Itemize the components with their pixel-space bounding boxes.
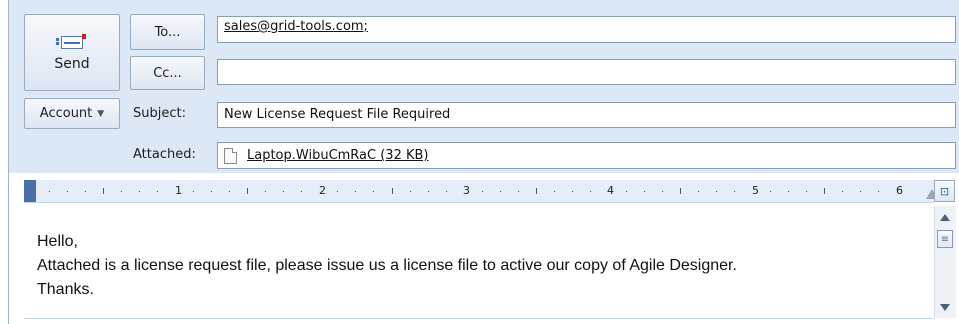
- chevron-down-icon: ▼: [97, 108, 105, 119]
- ruler-tick: [211, 191, 212, 192]
- ruler-tick: [355, 191, 356, 192]
- ruler-tick: [554, 191, 555, 192]
- ruler-tick: [410, 191, 411, 192]
- ruler-tick: [301, 191, 302, 192]
- ruler-tick: [644, 191, 645, 192]
- to-button[interactable]: To...: [130, 14, 205, 50]
- send-button-label: Send: [54, 55, 90, 72]
- subject-field[interactable]: New License Request File Required: [217, 102, 956, 128]
- account-button-label: Account: [39, 106, 93, 121]
- ruler-tick: [788, 191, 789, 192]
- editor-bottom-border: [24, 318, 934, 319]
- document-icon: [224, 147, 237, 164]
- ruler-tick: [572, 191, 573, 192]
- ruler-number: 3: [463, 184, 470, 197]
- ruler-number: 1: [175, 184, 182, 197]
- cc-field[interactable]: [217, 59, 956, 85]
- ruler-tick: [500, 191, 501, 192]
- ruler-tick: [428, 191, 429, 192]
- ruler-tick: [139, 191, 140, 192]
- subject-label: Subject:: [133, 106, 186, 121]
- ruler-tick: [121, 191, 122, 192]
- ruler-number: 4: [607, 184, 614, 197]
- ruler-tick: [49, 191, 50, 192]
- ruler[interactable]: 1 2 3 4 5 6: [24, 180, 938, 203]
- ruler-tick: [67, 191, 68, 192]
- ruler-tick: [373, 191, 374, 192]
- ruler-number: 6: [896, 184, 903, 197]
- ruler-tick: [247, 188, 248, 194]
- ruler-number: 5: [752, 184, 759, 197]
- message-body[interactable]: Hello, Attached is a license request fil…: [37, 230, 927, 302]
- ruler-tick: [229, 191, 230, 192]
- ruler-tick: [590, 191, 591, 192]
- ruler-tick: [860, 191, 861, 192]
- ruler-tick: [770, 191, 771, 192]
- ruler-tick: [734, 191, 735, 192]
- ruler-number: 2: [319, 184, 326, 197]
- ruler-marks: 1 2 3 4 5 6: [36, 180, 938, 202]
- ruler-tick: [85, 191, 86, 192]
- ruler-tick: [680, 188, 681, 194]
- ruler-tick: [716, 191, 717, 192]
- ruler-tick: [878, 191, 879, 192]
- to-recipient[interactable]: sales@grid-tools.com;: [224, 19, 368, 34]
- scroll-up-arrow-icon[interactable]: [940, 214, 950, 221]
- ruler-tick: [842, 191, 843, 192]
- ruler-tick: [482, 191, 483, 192]
- ruler-left-margin: [24, 180, 36, 202]
- ruler-tick: [283, 191, 284, 192]
- ruler-tick: [193, 191, 194, 192]
- scroll-thumb[interactable]: ≡: [937, 230, 953, 248]
- attachment-file[interactable]: Laptop.WibuCmRaC (32 KB): [247, 148, 429, 163]
- ruler-tick: [392, 188, 393, 194]
- ruler-tick: [103, 188, 104, 194]
- send-button[interactable]: Send: [24, 14, 120, 91]
- ruler-tick: [446, 191, 447, 192]
- ruler-tick: [157, 191, 158, 192]
- cc-button[interactable]: Cc...: [130, 56, 205, 90]
- ruler-tick: [626, 191, 627, 192]
- ruler-tick: [806, 191, 807, 192]
- ruler-tick: [265, 191, 266, 192]
- account-button[interactable]: Account ▼: [24, 98, 120, 129]
- ruler-tick: [824, 188, 825, 194]
- body-line: Thanks.: [37, 281, 94, 298]
- scroll-down-arrow-icon[interactable]: [940, 304, 950, 311]
- to-field[interactable]: sales@grid-tools.com;: [217, 16, 956, 43]
- ruler-tick: [536, 188, 537, 194]
- ruler-tick: [337, 191, 338, 192]
- ruler-tick: [518, 191, 519, 192]
- view-ruler-icon[interactable]: ⊡: [934, 180, 955, 202]
- vertical-scrollbar[interactable]: ≡: [934, 206, 956, 318]
- attached-label: Attached:: [133, 147, 196, 162]
- body-line: Attached is a license request file, plea…: [37, 257, 737, 274]
- body-line: Hello,: [37, 233, 78, 250]
- ruler-tick: [698, 191, 699, 192]
- ruler-tick: [662, 191, 663, 192]
- send-mail-icon: [56, 33, 87, 50]
- attachment-field[interactable]: Laptop.WibuCmRaC (32 KB): [217, 142, 956, 169]
